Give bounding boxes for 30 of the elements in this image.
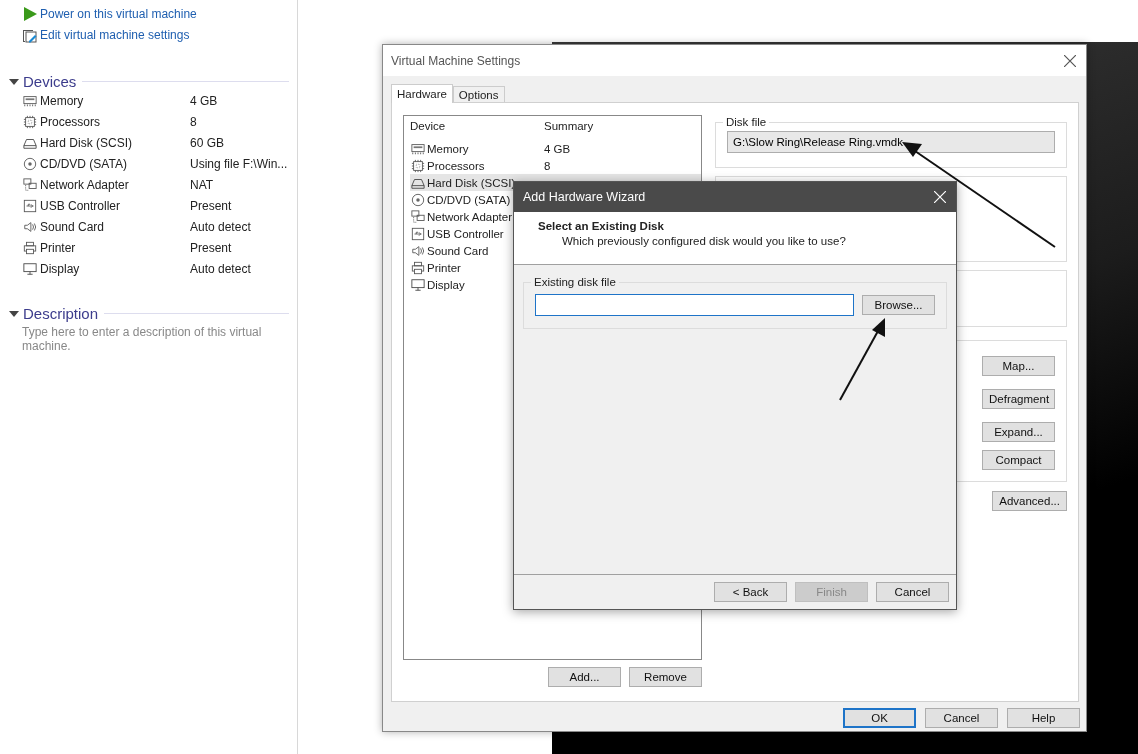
- device-summary: Present: [190, 240, 233, 255]
- device-summary: Present: [190, 198, 233, 213]
- device-name: CD/DVD (SATA): [427, 193, 511, 206]
- column-header: Summary: [544, 120, 595, 132]
- wizard-subtitle: Which previously configured disk would you like to use?: [562, 235, 847, 247]
- device-summary: 4 GB: [190, 93, 219, 108]
- window-title: Add Hardware Wizard: [523, 190, 646, 204]
- device-name: USB Controller: [427, 227, 504, 240]
- device-name: Display: [427, 278, 465, 291]
- device-summary: 8: [544, 159, 551, 172]
- device-summary: Using file F:\Win...: [190, 156, 289, 171]
- wizard-button: Finish: [795, 582, 868, 602]
- device-summary: 60 GB: [190, 135, 226, 150]
- device-name: Memory: [427, 142, 469, 155]
- device-name: Sound Card: [427, 244, 489, 257]
- device-summary: NAT: [190, 177, 215, 192]
- group-label: Disk file: [725, 116, 768, 128]
- device-summary: Auto detect: [190, 219, 252, 234]
- device-summary: 8: [190, 114, 198, 129]
- device-name: Network Adapter: [427, 210, 512, 223]
- device-summary: 4 GB: [544, 142, 571, 155]
- window-title: Virtual Machine Settings: [391, 53, 521, 68]
- wizard-heading: Select an Existing Disk: [538, 220, 665, 232]
- device-summary: Auto detect: [190, 261, 252, 276]
- group-label: Existing disk file: [533, 276, 617, 288]
- section-title: Description: [23, 305, 99, 322]
- column-header: Device: [410, 120, 447, 132]
- section-title: Devices: [23, 73, 77, 90]
- device-name: Printer: [427, 261, 461, 274]
- device-name: Processors: [427, 159, 485, 172]
